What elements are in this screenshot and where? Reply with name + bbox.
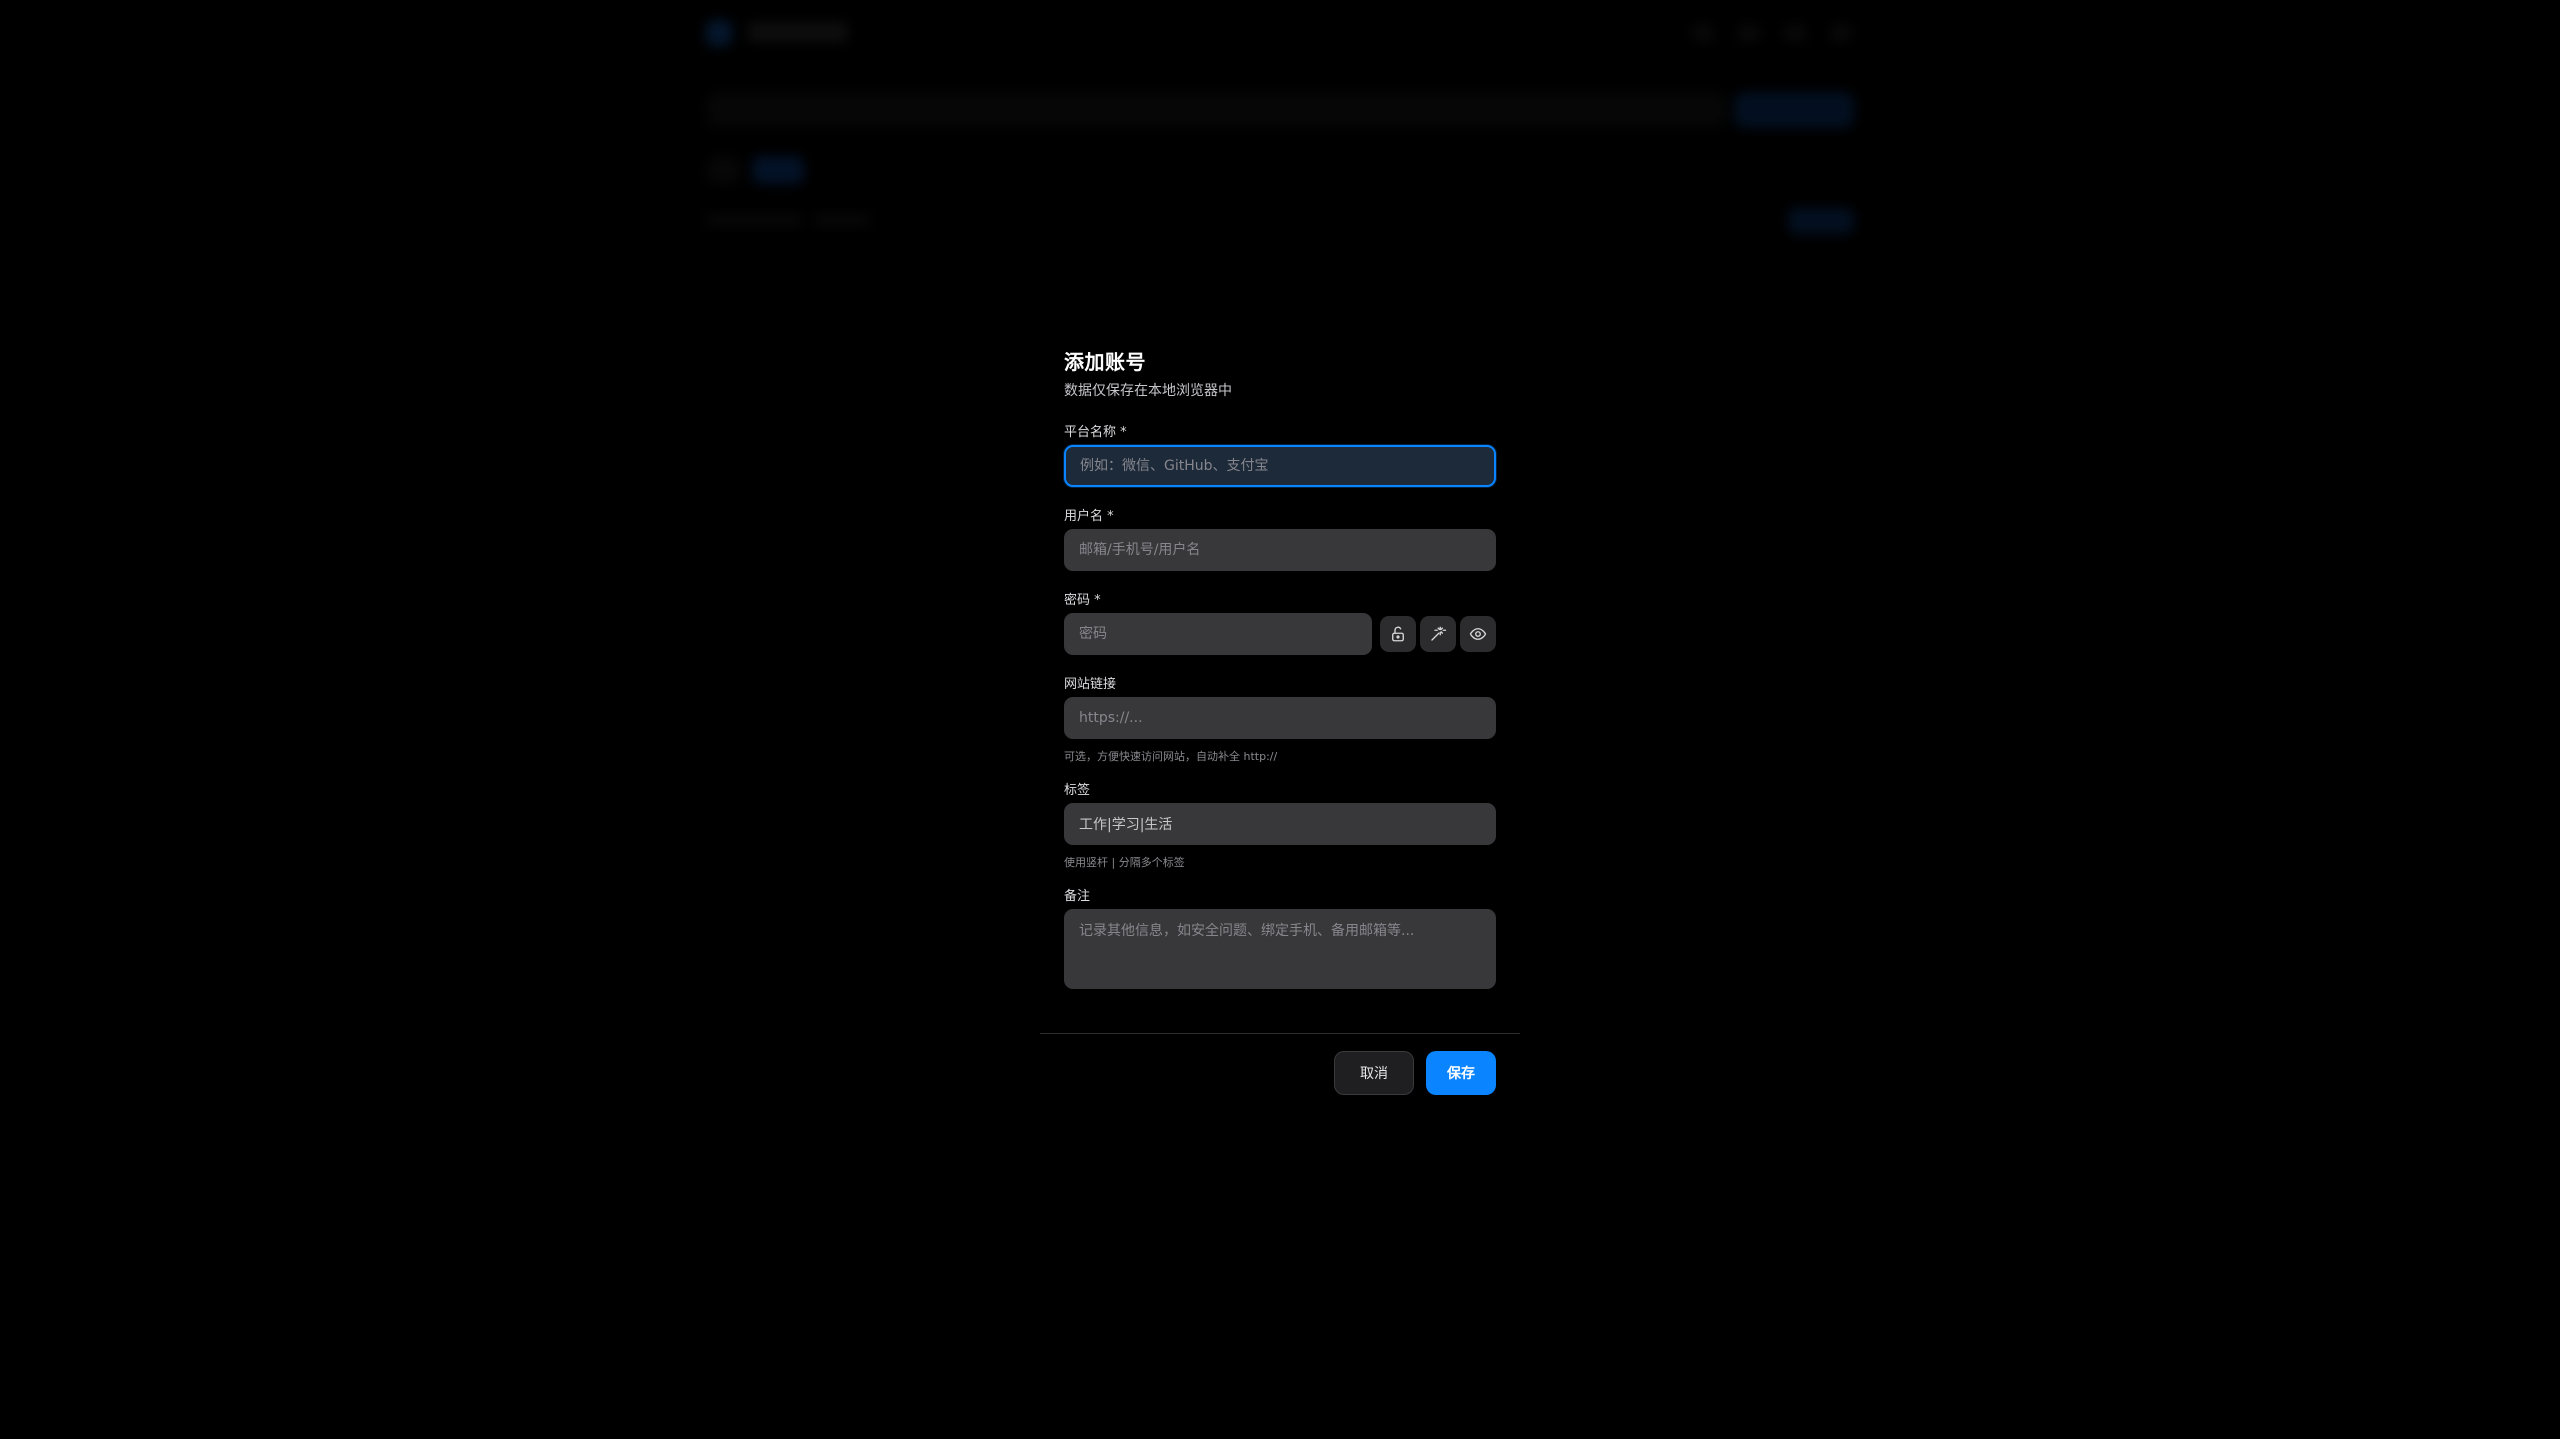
toolbar-icon (1830, 24, 1852, 42)
list-meta-blurred (706, 214, 802, 226)
username-label-text: 用户名 (1064, 509, 1104, 524)
platform-input[interactable] (1064, 445, 1496, 487)
dialog-title: 添加账号 (1064, 350, 1146, 374)
platform-label: 平台名称 * (1064, 421, 1127, 440)
password-input[interactable] (1064, 613, 1372, 655)
tags-label: 标签 (1064, 783, 1091, 798)
dialog-subtitle: 数据仅保存在本地浏览器中 (1064, 383, 1232, 399)
filter-chip-active-blurred (752, 156, 804, 184)
tags-hint: 使用竖杆 | 分隔多个标签 (1064, 856, 1185, 869)
username-input[interactable] (1064, 529, 1496, 571)
search-input-blurred (706, 92, 1726, 128)
lock-toggle-button[interactable] (1380, 616, 1416, 652)
toolbar-icon (1738, 24, 1760, 42)
notes-label: 备注 (1064, 889, 1091, 904)
show-password-button[interactable] (1460, 616, 1496, 652)
toolbar-icon (1692, 24, 1714, 42)
sparkle-generate-icon (1431, 626, 1447, 641)
add-button-blurred (1788, 208, 1854, 234)
tags-input[interactable] (1064, 803, 1496, 845)
password-label: 密码 * (1064, 589, 1101, 608)
eye-icon (1469, 628, 1487, 640)
generate-password-button[interactable] (1420, 616, 1456, 652)
toolbar-icon (1784, 24, 1806, 42)
password-label-text: 密码 (1064, 593, 1091, 608)
notes-textarea[interactable] (1064, 909, 1496, 989)
lock-open-icon (1392, 626, 1404, 642)
required-mark: * (1107, 509, 1114, 524)
filter-chip-blurred (706, 156, 740, 184)
cancel-button[interactable]: 取消 (1334, 1051, 1414, 1095)
list-meta-blurred (814, 214, 870, 226)
required-mark: * (1120, 425, 1127, 440)
search-button-blurred (1734, 92, 1854, 128)
website-hint: 可选，方便快速访问网站，自动补全 http:// (1064, 750, 1278, 763)
save-button[interactable]: 保存 (1426, 1051, 1496, 1095)
platform-label-text: 平台名称 (1064, 425, 1117, 440)
required-mark: * (1094, 593, 1101, 608)
website-label: 网站链接 (1064, 677, 1117, 692)
website-input[interactable] (1064, 697, 1496, 739)
app-title-blurred (748, 22, 848, 42)
username-label: 用户名 * (1064, 505, 1114, 524)
app-logo-icon (706, 20, 732, 46)
add-account-dialog: 添加账号 数据仅保存在本地浏览器中 平台名称 * 用户名 * 密码 * 网站链接… (1040, 320, 1520, 1120)
footer-divider (1040, 1033, 1520, 1034)
